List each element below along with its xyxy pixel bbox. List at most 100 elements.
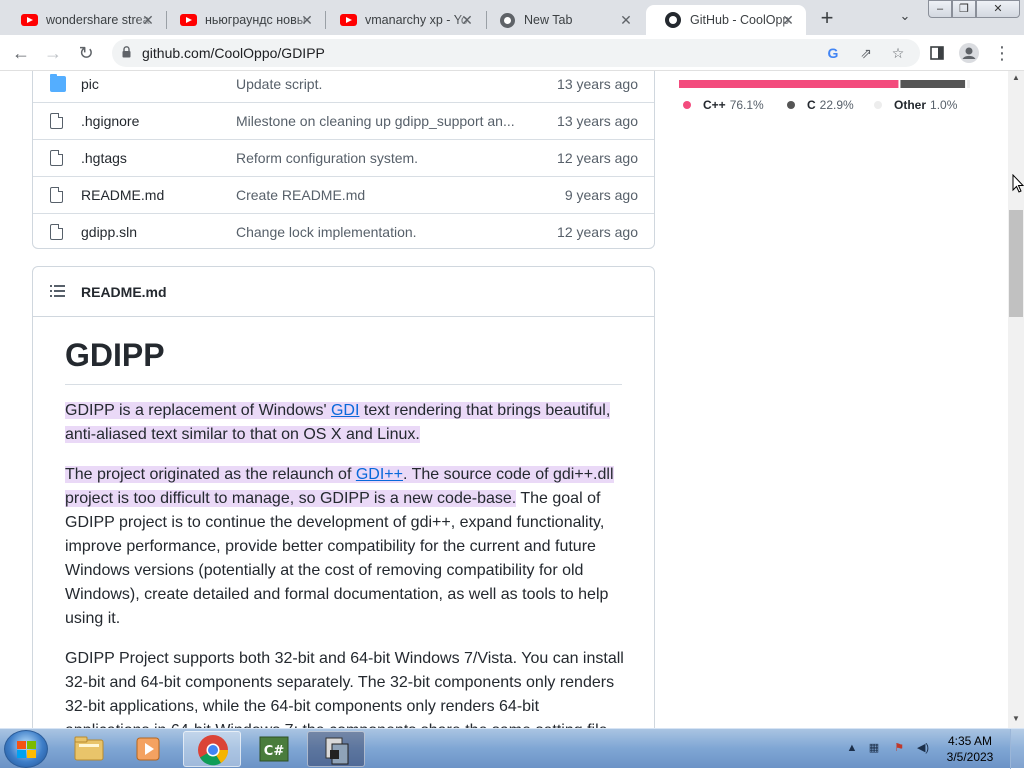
file-name[interactable]: gdipp.sln [81, 224, 137, 240]
reload-icon[interactable]: ↻ [73, 40, 99, 66]
vertical-scrollbar[interactable]: ▲ ▼ [1008, 71, 1024, 728]
list-icon[interactable] [50, 285, 65, 297]
start-button[interactable] [4, 730, 48, 768]
language-bar [679, 80, 970, 88]
close-tab-icon[interactable]: ✕ [780, 12, 796, 28]
close-tab-icon[interactable]: ✕ [299, 12, 315, 28]
readme-filename[interactable]: README.md [81, 284, 167, 300]
lock-icon[interactable] [122, 46, 131, 58]
commit-message[interactable]: Change lock implementation. [236, 224, 417, 240]
close-tab-icon[interactable]: ✕ [140, 12, 156, 28]
youtube-icon [339, 11, 357, 29]
show-hidden-icons[interactable]: ▲ [845, 741, 859, 755]
csharp-icon[interactable]: C# [245, 731, 303, 767]
show-desktop-button[interactable] [1010, 729, 1024, 769]
back-icon[interactable]: ← [8, 40, 34, 66]
close-window-button[interactable]: ✕ [976, 0, 1020, 18]
tab-strip: wondershare strea ✕ ньюграундс новы ✕ vm… [0, 0, 1024, 35]
file-name[interactable]: .hgignore [81, 113, 139, 129]
language-name: Other [894, 98, 927, 112]
file-name[interactable]: pic [81, 76, 99, 92]
clock-date: 3/5/2023 [946, 750, 994, 764]
commit-message[interactable]: Reform configuration system. [236, 150, 418, 166]
profile-avatar-icon[interactable] [956, 40, 982, 66]
commit-age: 13 years ago [557, 113, 638, 129]
browser-tab[interactable]: New Tab ✕ [480, 5, 644, 35]
browser-tab[interactable]: ньюграундс новы ✕ [161, 5, 325, 35]
file-row[interactable]: pic Update script. 13 years ago [33, 71, 654, 102]
file-row[interactable]: gdipp.sln Change lock implementation. 12… [33, 213, 654, 250]
commit-message[interactable]: Update script. [236, 76, 322, 92]
forward-icon[interactable]: → [40, 40, 66, 66]
browser-toolbar: ← → ↻ github.com/CoolOppo/GDIPP G ⇗ ☆ ⋮ [0, 35, 1024, 71]
language-item-c[interactable]: C 22.9% [787, 98, 854, 112]
readme-heading: GDIPP [65, 337, 622, 385]
windows-taskbar: C# ▲ ▦ ⚑ ◀) 4:35 AM 3/5/2023 [0, 728, 1024, 769]
volume-icon[interactable]: ◀) [916, 741, 930, 755]
browser-tab[interactable]: vmanarchy xp - Yo ✕ [321, 5, 485, 35]
gdipp-link[interactable]: GDI++ [356, 466, 403, 483]
readme-paragraph: GDIPP Project supports both 32-bit and 6… [65, 650, 624, 728]
youtube-icon [20, 11, 38, 29]
file-row[interactable]: .hgignore Milestone on cleaning up gdipp… [33, 102, 654, 139]
commit-message[interactable]: Create README.md [236, 187, 365, 203]
scroll-thumb[interactable] [1009, 210, 1023, 318]
media-player-icon[interactable] [120, 731, 178, 767]
chrome-icon [498, 11, 516, 29]
scroll-down-icon[interactable]: ▼ [1008, 714, 1024, 726]
svg-text:C#: C# [264, 744, 285, 759]
language-bar-segment [900, 80, 966, 88]
chrome-icon[interactable] [183, 731, 241, 767]
github-icon [664, 11, 682, 29]
commit-age: 13 years ago [557, 76, 638, 92]
readme-paragraph: GDIPP is a replacement of Windows' GDI t… [65, 399, 625, 447]
language-dot [787, 101, 795, 109]
system-clock[interactable]: 4:35 AM 3/5/2023 [940, 733, 1000, 765]
close-tab-icon[interactable]: ✕ [618, 12, 634, 28]
action-center-icon[interactable]: ⚑ [892, 741, 906, 755]
language-item-other[interactable]: Other 1.0% [874, 98, 957, 112]
language-percent: 1.0% [930, 98, 958, 112]
windows-logo-icon [17, 741, 37, 759]
language-name: C [807, 98, 816, 112]
new-tab-button[interactable]: + [814, 6, 840, 32]
readme-paragraph: The project originated as the relaunch o… [65, 463, 625, 631]
readme-header: README.md [33, 267, 654, 317]
scroll-up-icon[interactable]: ▲ [1008, 73, 1024, 85]
menu-dots-icon[interactable]: ⋮ [989, 40, 1015, 66]
network-icon[interactable]: ▦ [867, 741, 881, 755]
minimize-button[interactable]: – [928, 0, 952, 18]
language-item-cpp[interactable]: C++ 76.1% [683, 98, 764, 112]
maximize-button[interactable]: ❐ [952, 0, 976, 18]
language-dot [683, 101, 691, 109]
file-icon [50, 187, 63, 203]
file-row[interactable]: .hgtags Reform configuration system. 12 … [33, 139, 654, 176]
bookmark-star-icon[interactable]: ☆ [887, 43, 909, 63]
gdi-link[interactable]: GDI [331, 402, 359, 419]
language-name: C++ [703, 98, 726, 112]
paragraph-text: GDIPP is a replacement of Windows' [65, 402, 331, 419]
app-icon[interactable] [307, 731, 365, 767]
browser-tab[interactable]: wondershare strea ✕ [2, 5, 166, 35]
explorer-icon[interactable] [60, 731, 118, 767]
page-content: pic Update script. 13 years ago .hgignor… [0, 71, 1008, 728]
commit-message[interactable]: Milestone on cleaning up gdipp_support a… [236, 113, 515, 129]
file-name[interactable]: README.md [81, 187, 164, 203]
commit-age: 12 years ago [557, 150, 638, 166]
youtube-icon [179, 11, 197, 29]
language-bar-segment [967, 80, 970, 88]
commit-age: 12 years ago [557, 224, 638, 240]
commit-age: 9 years ago [564, 187, 638, 203]
browser-tab-active[interactable]: GitHub - CoolOpp ✕ [646, 5, 806, 35]
address-bar[interactable]: github.com/CoolOppo/GDIPP G ⇗ ☆ [112, 39, 920, 67]
mouse-cursor-icon [1012, 174, 1024, 193]
google-translate-icon[interactable]: G [822, 43, 844, 63]
file-name[interactable]: .hgtags [81, 150, 127, 166]
share-icon[interactable]: ⇗ [855, 43, 877, 63]
side-panel-icon[interactable] [924, 40, 950, 66]
file-list: pic Update script. 13 years ago .hgignor… [32, 71, 655, 249]
tab-search-icon[interactable]: ⌄ [894, 8, 916, 28]
close-tab-icon[interactable]: ✕ [459, 12, 475, 28]
paragraph-text: The goal of GDIPP project is to continue… [65, 490, 609, 627]
file-row[interactable]: README.md Create README.md 9 years ago [33, 176, 654, 213]
